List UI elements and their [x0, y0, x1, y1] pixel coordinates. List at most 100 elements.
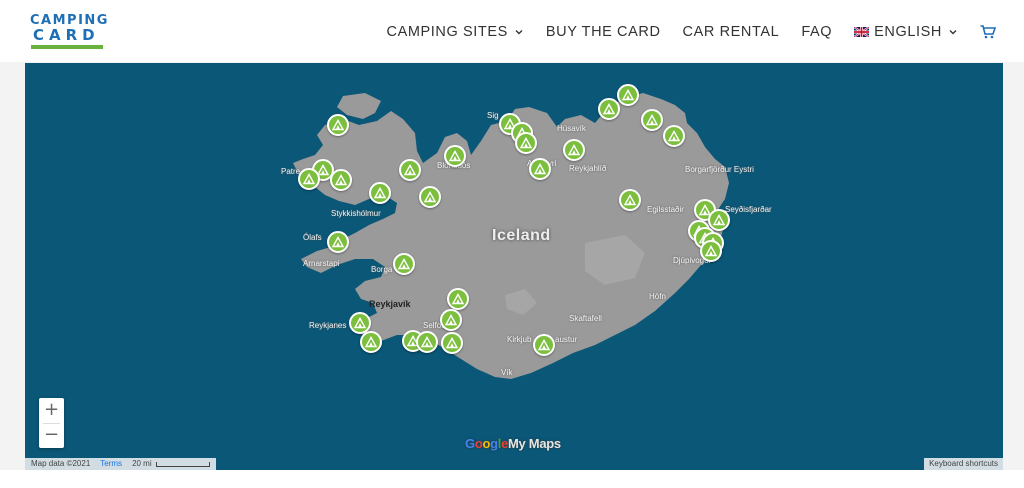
place-label: austur [555, 335, 578, 344]
campsite-marker[interactable] [441, 332, 463, 354]
place-label: Reykjanes [309, 321, 347, 330]
place-label: Reykjavík [369, 299, 411, 309]
terms-link[interactable]: Terms [100, 458, 122, 470]
campsite-marker[interactable] [416, 331, 438, 353]
chevron-down-icon [515, 30, 523, 35]
campsite-marker[interactable] [515, 132, 537, 154]
place-label: Seyðisfjarðar [725, 205, 772, 214]
tent-icon [520, 137, 532, 149]
nav-car-rental-label: CAR RENTAL [682, 24, 780, 40]
tent-icon [332, 119, 344, 131]
nav-camping-sites[interactable]: CAMPING SITES [387, 24, 524, 40]
place-label: Ólafs [303, 233, 322, 242]
tent-icon [705, 245, 717, 257]
campsite-marker[interactable] [440, 309, 462, 331]
keyboard-shortcuts-link[interactable]: Keyboard shortcuts [924, 458, 1003, 470]
place-label: Sig [487, 111, 499, 120]
campsite-marker[interactable] [619, 189, 641, 211]
place-label: Höfn [649, 292, 666, 301]
cart-icon[interactable] [980, 25, 996, 39]
camping-card-logo[interactable]: CAMPING CARD [30, 13, 107, 51]
campsite-marker[interactable] [708, 209, 730, 231]
tent-icon [404, 164, 416, 176]
tent-icon [452, 293, 464, 305]
logo-underline [31, 45, 103, 49]
campsite-marker[interactable] [419, 186, 441, 208]
tent-icon [335, 174, 347, 186]
campsite-marker[interactable] [598, 98, 620, 120]
place-label: Patre [281, 167, 301, 176]
uk-flag-icon [854, 27, 870, 37]
my-maps-label: My Maps [508, 436, 561, 451]
place-label: Egilsstaðir [647, 205, 684, 214]
place-label: Borgarfjörður Eystri [685, 165, 754, 174]
tent-icon [303, 173, 315, 185]
google-logo-g: G [465, 436, 475, 451]
nav-camping-sites-label: CAMPING SITES [386, 24, 508, 40]
language-label: ENGLISH [874, 24, 942, 40]
zoom-control: + − [39, 398, 64, 448]
nav-faq[interactable]: FAQ [801, 24, 832, 40]
place-label: Stykkishólmur [331, 209, 381, 218]
chevron-down-icon [949, 30, 957, 35]
tent-icon [374, 187, 386, 199]
language-selector[interactable]: ENGLISH [854, 24, 958, 40]
google-my-maps-logo[interactable]: GoogleMy Maps [465, 436, 561, 451]
campsite-marker[interactable] [617, 84, 639, 106]
nav-faq-label: FAQ [801, 24, 833, 40]
tent-icon [446, 337, 458, 349]
campsite-marker[interactable] [327, 114, 349, 136]
tent-icon [603, 103, 615, 115]
logo-text-card: CARD [33, 26, 100, 44]
tent-icon [568, 144, 580, 156]
google-logo-e: e [501, 436, 509, 451]
tent-icon [365, 336, 377, 348]
tent-icon [534, 163, 546, 175]
tent-icon [354, 317, 366, 329]
place-label: Reykjahlíð [569, 164, 607, 173]
place-label: Skaftafell [569, 314, 602, 323]
campsite-marker[interactable] [529, 158, 551, 180]
campsite-marker[interactable] [369, 182, 391, 204]
campsite-marker[interactable] [447, 288, 469, 310]
tent-icon [332, 236, 344, 248]
place-label: Arnarstapi [303, 259, 340, 268]
google-logo-o: o [482, 436, 491, 451]
tent-icon [668, 130, 680, 142]
google-logo-g: g [490, 436, 498, 451]
nav-car-rental[interactable]: CAR RENTAL [683, 24, 780, 40]
tent-icon [622, 89, 634, 101]
tent-icon [449, 150, 461, 162]
campsite-marker[interactable] [360, 331, 382, 353]
map-data-credit: Map data ©2021 [31, 459, 91, 468]
scale-bar [155, 461, 210, 467]
main-nav: CAMPING SITES BUY THE CARD CAR RENTAL FA… [365, 22, 996, 42]
place-label: Húsavík [557, 124, 586, 133]
campsite-marker[interactable] [330, 169, 352, 191]
campsite-marker[interactable] [298, 168, 320, 190]
scale-label[interactable]: 20 mi [132, 458, 152, 470]
place-label: Borga [371, 265, 393, 274]
nav-buy-the-card[interactable]: BUY THE CARD [546, 24, 661, 40]
campsite-marker[interactable] [393, 253, 415, 275]
campsite-marker[interactable] [563, 139, 585, 161]
site-header: CAMPING CARD CAMPING SITES BUY THE CARD … [0, 0, 1024, 62]
tent-icon [538, 339, 550, 351]
tent-icon [421, 336, 433, 348]
page-footer-space [0, 470, 1024, 488]
campsite-marker[interactable] [641, 109, 663, 131]
campsite-marker[interactable] [399, 159, 421, 181]
tent-icon [713, 214, 725, 226]
zoom-out-button[interactable]: − [39, 423, 64, 448]
tent-icon [424, 191, 436, 203]
nav-buy-the-card-label: BUY THE CARD [545, 24, 661, 40]
campsite-marker[interactable] [700, 240, 722, 262]
campsite-marker[interactable] [663, 125, 685, 147]
tent-icon [646, 114, 658, 126]
tent-icon [398, 258, 410, 270]
campsite-marker[interactable] [444, 145, 466, 167]
campsite-marker[interactable] [327, 231, 349, 253]
campsite-marker[interactable] [533, 334, 555, 356]
zoom-in-button[interactable]: + [39, 398, 64, 423]
iceland-map[interactable]: fjur Patre Stykkishólmur Ólafs Arnarstap… [25, 63, 1003, 470]
